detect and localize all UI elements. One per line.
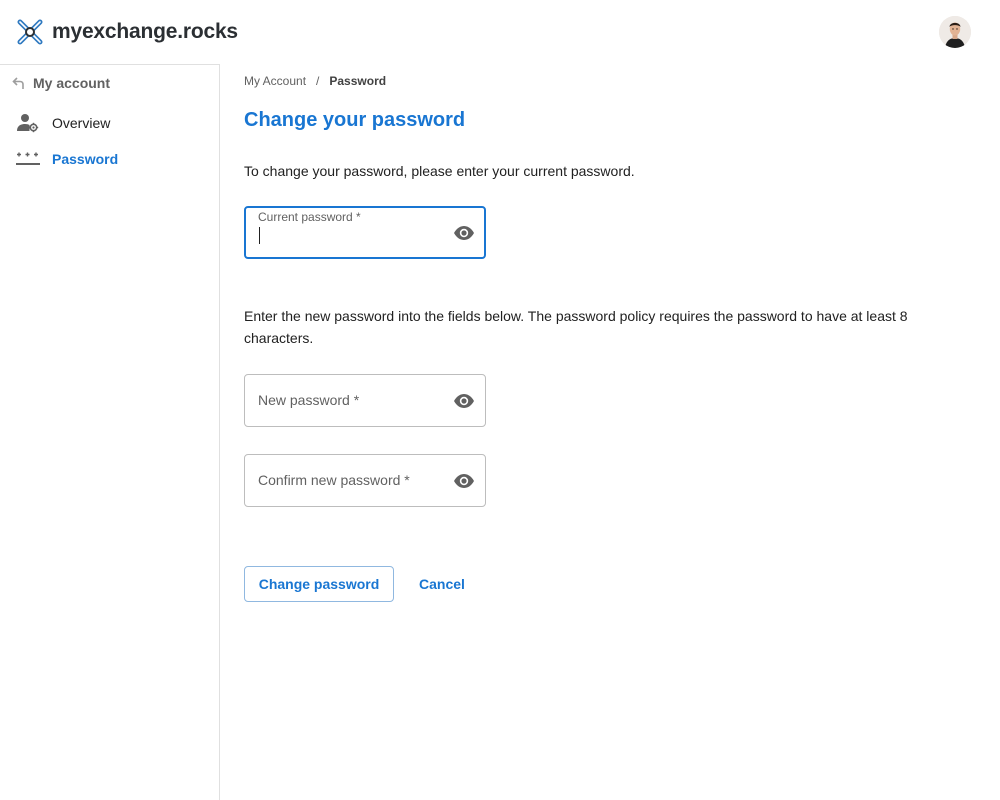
breadcrumb-parent[interactable]: My Account: [244, 74, 306, 88]
logo-icon: [17, 19, 43, 45]
user-avatar[interactable]: [939, 16, 971, 48]
back-to-my-account[interactable]: My account: [11, 74, 110, 92]
change-password-button[interactable]: Change password: [244, 566, 394, 602]
sidebar-item-overview[interactable]: Overview: [16, 111, 216, 135]
intro-text: To change your password, please enter yo…: [244, 163, 635, 179]
breadcrumb-separator: /: [316, 74, 320, 88]
sidebar-item-label: Password: [52, 151, 119, 167]
breadcrumb-current: Password: [329, 74, 387, 88]
show-password-icon[interactable]: [452, 223, 476, 243]
sidebar-item-password[interactable]: Password: [16, 147, 216, 171]
breadcrumb: My Account / Password: [244, 73, 386, 89]
show-password-icon[interactable]: [452, 391, 476, 411]
cancel-button[interactable]: Cancel: [410, 566, 474, 602]
current-password-label: Current password *: [258, 210, 361, 224]
sidebar-item-label: Overview: [52, 115, 111, 131]
avatar-image: [939, 16, 971, 48]
show-password-icon[interactable]: [452, 471, 476, 491]
current-password-field[interactable]: Current password *: [244, 206, 486, 259]
app-logo[interactable]: myexchange.rocks: [16, 16, 238, 48]
current-password-input[interactable]: [258, 230, 438, 250]
new-password-field[interactable]: New password *: [244, 374, 486, 427]
policy-text: Enter the new password into the fields b…: [244, 308, 908, 346]
back-arrow-icon: [12, 77, 24, 89]
top-bar: myexchange.rocks: [0, 0, 1000, 64]
confirm-password-input[interactable]: [257, 477, 437, 497]
password-dots-icon: [16, 147, 40, 171]
page-title: Change your password: [244, 109, 466, 131]
logo-text: myexchange.rocks: [52, 20, 238, 43]
new-password-input[interactable]: [257, 397, 437, 417]
sidebar: My account Overview Password: [0, 64, 220, 800]
user-gear-icon: [16, 111, 40, 135]
confirm-password-field[interactable]: Confirm new password *: [244, 454, 486, 507]
back-label: My account: [33, 75, 111, 91]
